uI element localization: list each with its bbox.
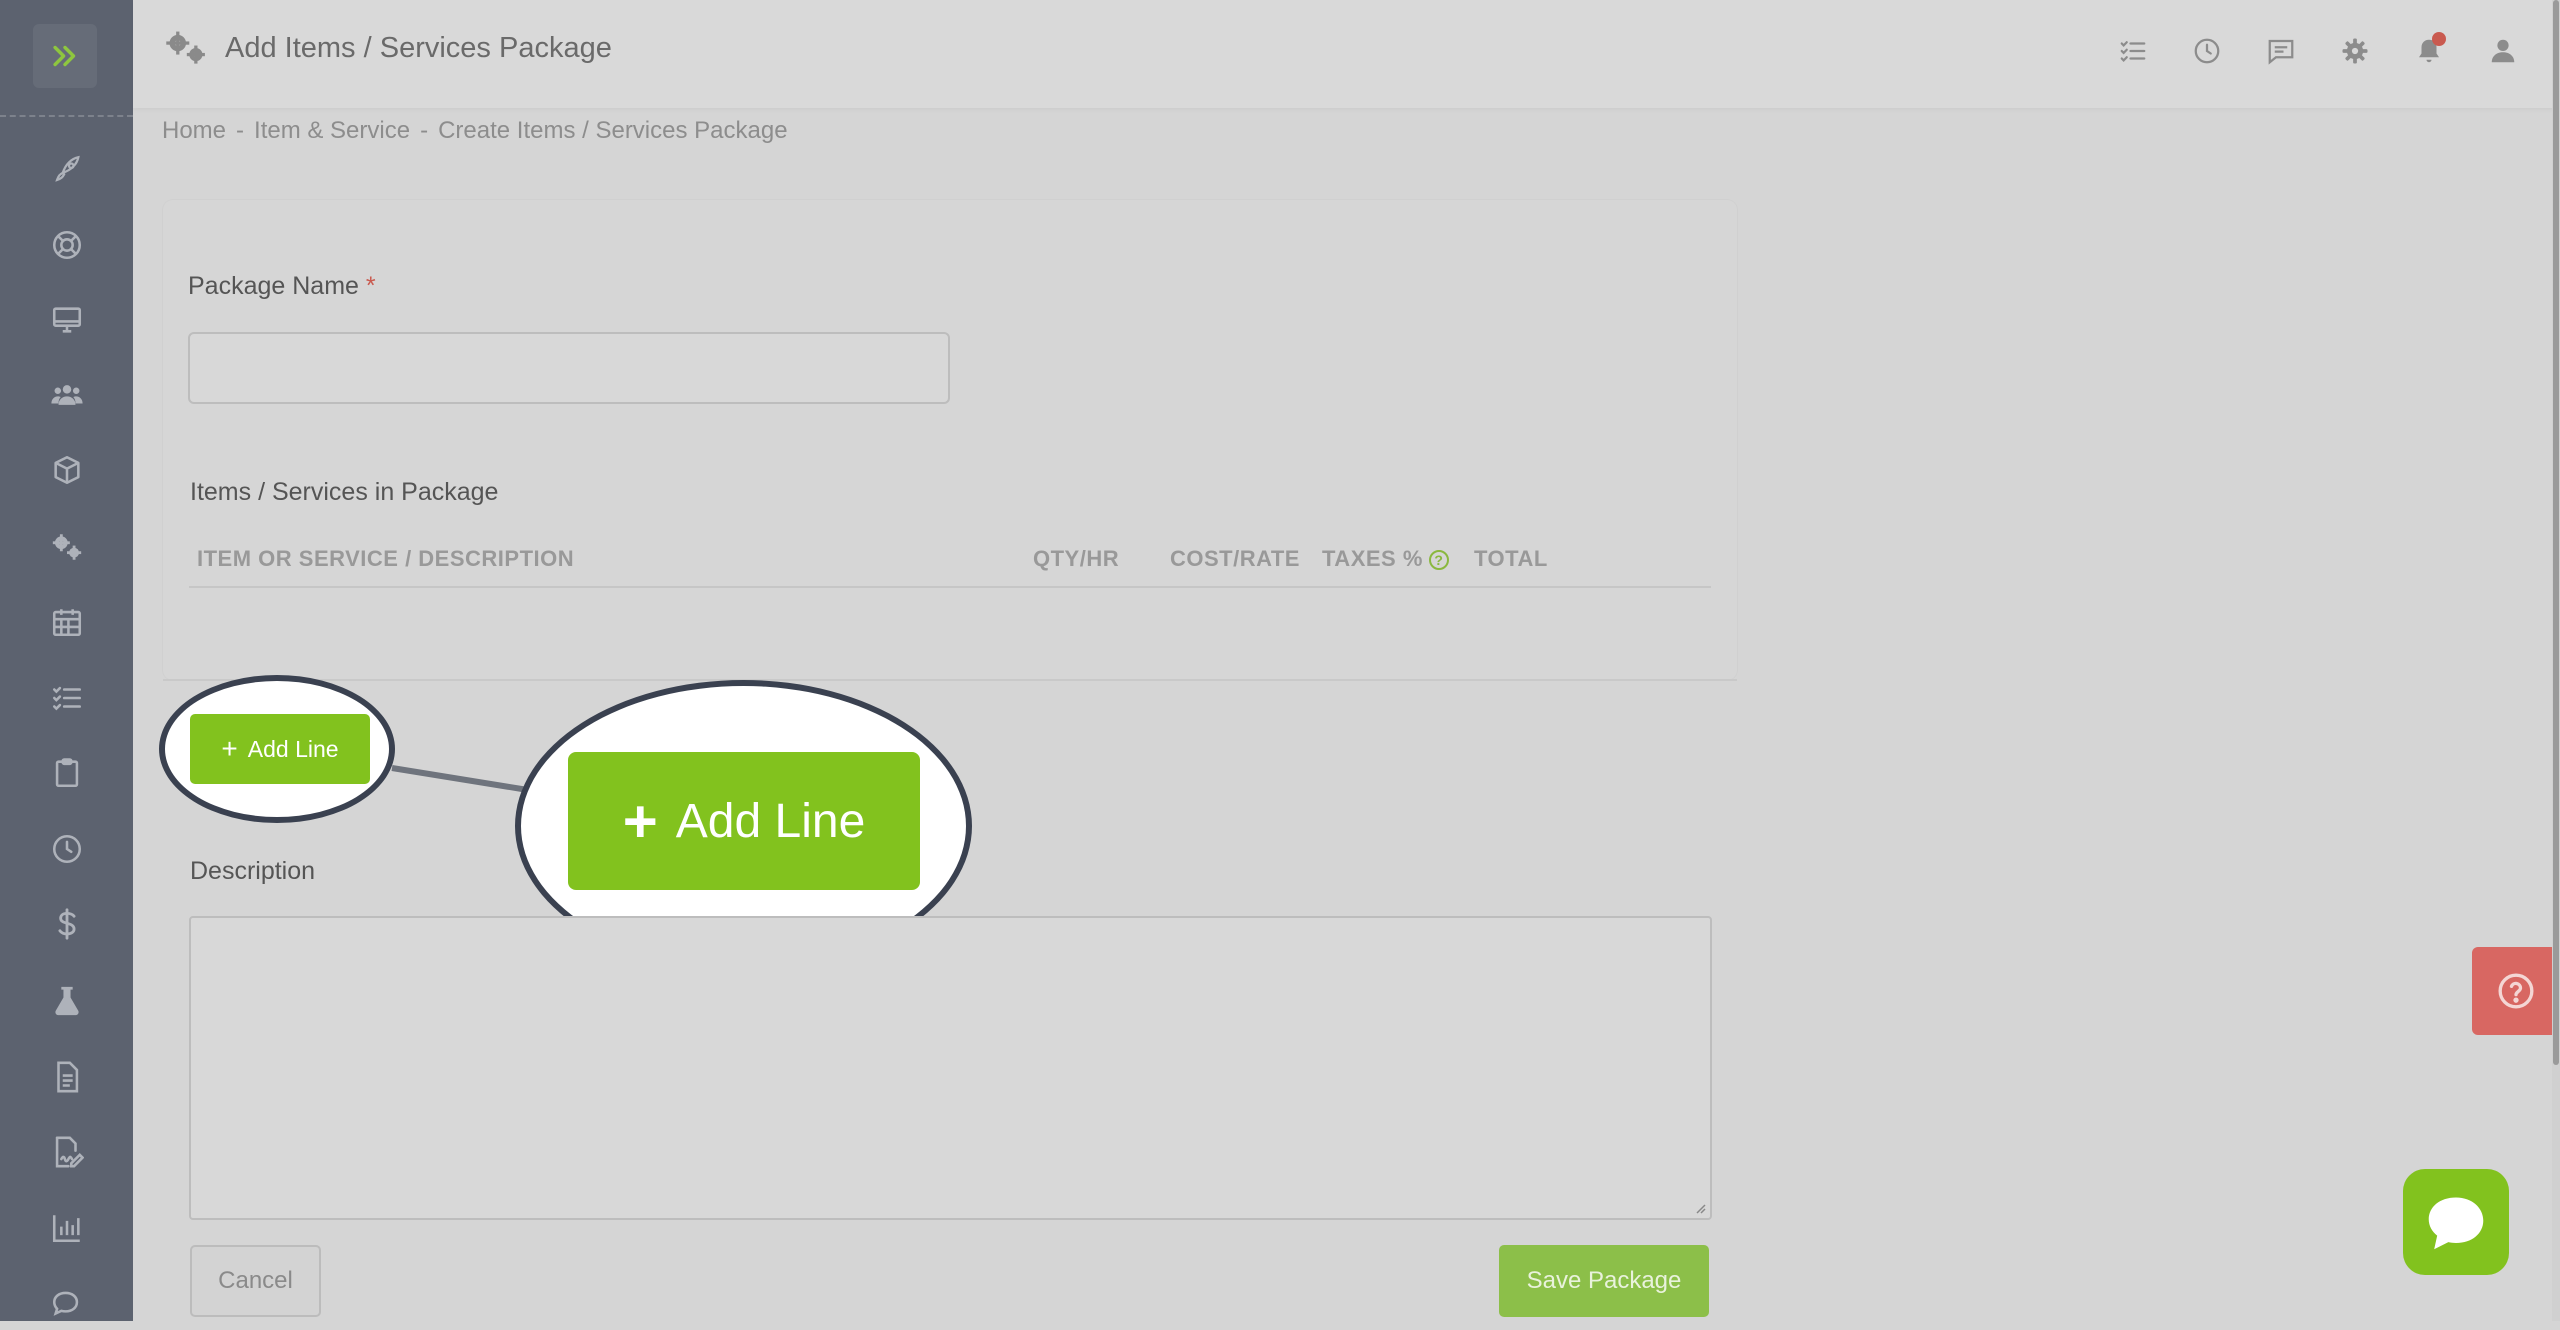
cancel-button[interactable]: Cancel xyxy=(190,1245,321,1317)
chat-bubble-icon xyxy=(2428,1197,2484,1250)
add-line-button-zoomed[interactable]: + Add Line xyxy=(568,752,920,890)
plus-icon: + xyxy=(221,733,238,764)
scrollbar[interactable] xyxy=(2552,0,2560,1321)
help-tab-button[interactable] xyxy=(2472,947,2560,1035)
plus-icon: + xyxy=(622,787,658,855)
save-package-button[interactable]: Save Package xyxy=(1499,1245,1709,1317)
scrollbar-thumb[interactable] xyxy=(2553,0,2559,1065)
add-line-zoom-label: Add Line xyxy=(675,794,866,848)
chat-widget-button[interactable] xyxy=(2403,1169,2509,1275)
add-line-button[interactable]: + Add Line xyxy=(190,714,370,784)
add-line-label: Add Line xyxy=(247,735,339,762)
description-textarea[interactable] xyxy=(189,916,1712,1220)
question-circle-icon xyxy=(2498,973,2534,1009)
description-label: Description xyxy=(190,857,316,885)
resize-grip-icon[interactable] xyxy=(1692,1200,1706,1214)
